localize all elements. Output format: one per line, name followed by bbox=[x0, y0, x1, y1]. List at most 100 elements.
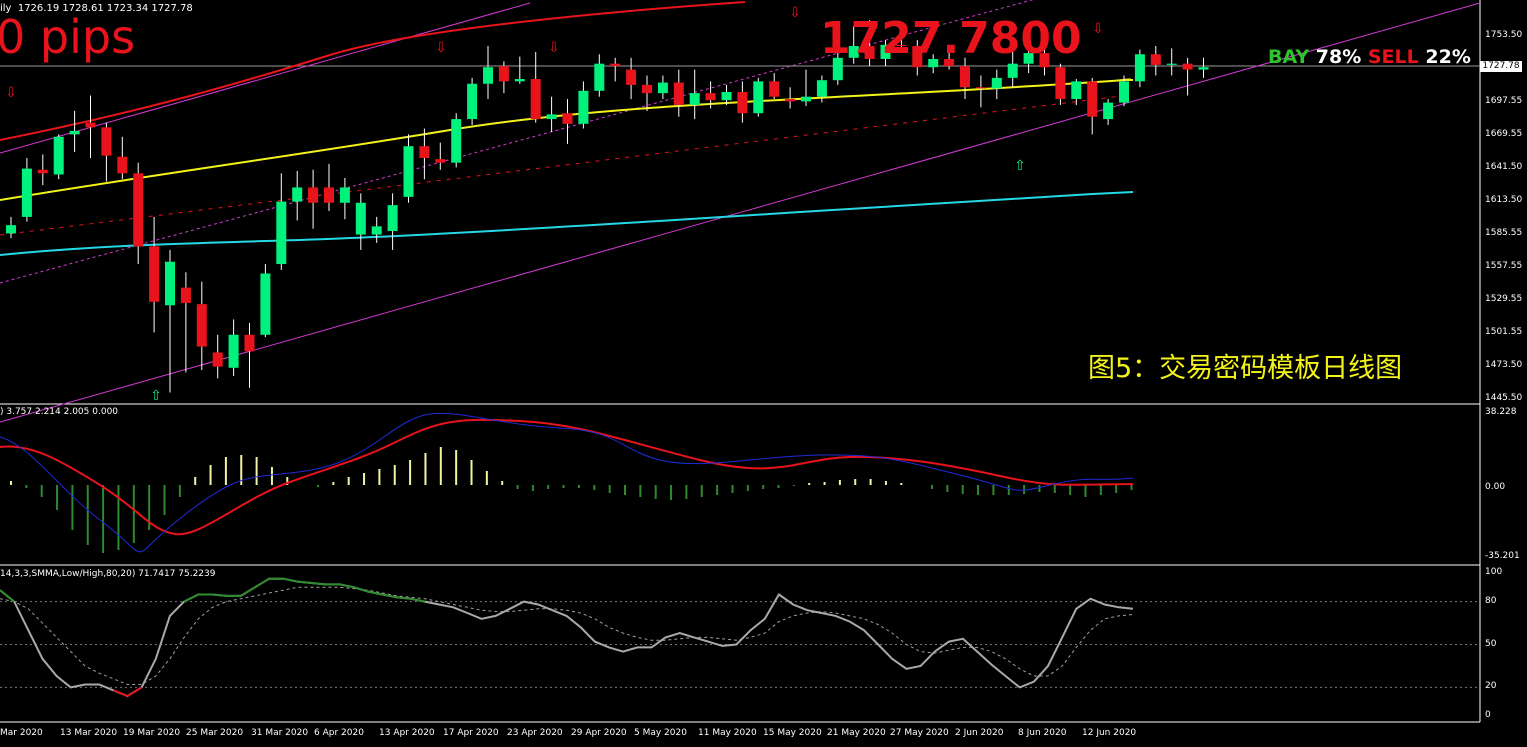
stochastic-tick: 100 bbox=[1485, 567, 1503, 577]
candle-bear bbox=[212, 352, 223, 367]
stochastic-axis: 100 80 50 20 0 bbox=[1483, 565, 1525, 722]
candle-bull bbox=[991, 77, 1002, 89]
stochastic-tick: 20 bbox=[1485, 681, 1497, 692]
price-tick: 1501.55 bbox=[1485, 326, 1523, 337]
date-label: 21 May 2020 bbox=[827, 728, 886, 738]
stochastic-zone-segment bbox=[240, 586, 256, 597]
date-label: 27 May 2020 bbox=[890, 728, 949, 738]
candle-bull bbox=[578, 90, 589, 124]
candle-bull bbox=[403, 146, 414, 197]
stochastic-zone-segment bbox=[212, 593, 227, 597]
macd-axis: 38.228 0.00 -35.201 bbox=[1483, 404, 1525, 565]
candle-bear bbox=[435, 159, 446, 163]
stochastic-zone-segment bbox=[283, 577, 298, 583]
candle-bear bbox=[642, 84, 652, 94]
price-tick: 1753.50 bbox=[1485, 30, 1523, 40]
candle-bull bbox=[355, 202, 366, 235]
candle-bull bbox=[594, 63, 605, 91]
candle-bear bbox=[196, 304, 207, 347]
stochastic-zone-segment bbox=[396, 596, 411, 600]
stochastic-zone-segment bbox=[353, 586, 369, 593]
candle-bear bbox=[37, 169, 48, 174]
macd-tick: 0.00 bbox=[1485, 482, 1506, 492]
candle-bull bbox=[53, 136, 64, 175]
date-label: 2 Jun 2020 bbox=[955, 728, 1004, 738]
ma-yellow-line bbox=[0, 78, 1134, 201]
candle-bull bbox=[753, 81, 764, 114]
price-tick: 1445.50 bbox=[1485, 393, 1523, 403]
stochastic-tick: 80 bbox=[1485, 595, 1497, 606]
macd-tick: -35.201 bbox=[1485, 551, 1520, 561]
date-label: 8 Jun 2020 bbox=[1018, 728, 1067, 738]
candle-bear bbox=[562, 113, 573, 124]
stochastic-zone-segment bbox=[382, 593, 397, 599]
candle-bear bbox=[610, 63, 621, 67]
candle-bull bbox=[1198, 67, 1209, 70]
date-label: 17 Apr 2020 bbox=[443, 728, 499, 738]
candle-bull bbox=[483, 67, 493, 84]
candle-bear bbox=[308, 187, 319, 203]
date-label: 19 Mar 2020 bbox=[123, 728, 181, 738]
price-tick: 1473.50 bbox=[1485, 360, 1523, 370]
candle-bull bbox=[6, 225, 16, 234]
bay-pct: 78% bbox=[1315, 46, 1362, 68]
chart-caption: 图5：交易密码模板日线图 bbox=[1088, 353, 1403, 384]
macd-label: ) 3.757 2.214 2.005 0.000 bbox=[0, 407, 119, 417]
price-tick: 1557.55 bbox=[1485, 260, 1523, 271]
stochastic-zone-segment bbox=[339, 583, 355, 589]
date-label: 11 May 2020 bbox=[698, 728, 757, 738]
price-tick: 1585.55 bbox=[1485, 227, 1523, 238]
candle-bull bbox=[721, 91, 732, 101]
candle-bear bbox=[180, 287, 191, 303]
down-arrow-icon: ⇩ bbox=[1092, 21, 1104, 37]
candlestick-series bbox=[6, 20, 1209, 393]
candle-bear bbox=[737, 91, 748, 114]
date-label: 6 Apr 2020 bbox=[314, 728, 364, 738]
big-price-label: 1727.7800 bbox=[820, 13, 1082, 64]
macd-tick: 38.228 bbox=[1485, 407, 1517, 417]
down-arrow-icon: ⇩ bbox=[789, 5, 801, 21]
candle-bull bbox=[228, 334, 239, 368]
stochastic-main-line bbox=[0, 577, 1134, 698]
candle-bull bbox=[292, 187, 303, 202]
candle-bull bbox=[1166, 63, 1177, 65]
price-tick: 1529.55 bbox=[1485, 293, 1523, 304]
stochastic-tick: 50 bbox=[1485, 638, 1497, 649]
candle-bear bbox=[975, 87, 986, 89]
candle-bear bbox=[626, 69, 637, 85]
macd-signal-line bbox=[0, 418, 1134, 536]
candle-bear bbox=[1182, 63, 1193, 70]
sell-label: SELL bbox=[1367, 46, 1419, 68]
bay-label: BAY bbox=[1268, 46, 1310, 68]
sell-pct: 22% bbox=[1425, 46, 1471, 68]
candle-bull bbox=[387, 205, 398, 232]
price-tick: 1641.50 bbox=[1485, 162, 1523, 172]
date-label: 29 Apr 2020 bbox=[571, 728, 627, 738]
candle-bull bbox=[1134, 54, 1145, 82]
candle-bull bbox=[371, 226, 382, 235]
price-tick: 1697.55 bbox=[1485, 95, 1523, 106]
candle-bull bbox=[69, 130, 80, 135]
candle-bear bbox=[530, 79, 541, 120]
down-arrow-icon: ⇩ bbox=[5, 85, 17, 101]
candle-bear bbox=[149, 246, 160, 302]
stochastic-zone-segment bbox=[254, 577, 270, 589]
candle-bull bbox=[816, 80, 827, 97]
ma-cyan-line bbox=[0, 191, 1134, 256]
candle-bull bbox=[276, 201, 287, 265]
candle-bear bbox=[705, 93, 716, 101]
price-tick: 1613.50 bbox=[1485, 195, 1523, 205]
up-arrow-icon: ⇧ bbox=[1014, 158, 1026, 174]
candle-bear bbox=[244, 334, 255, 352]
candle-bear bbox=[101, 127, 112, 156]
candle-bear bbox=[133, 173, 144, 247]
candle-bull bbox=[339, 187, 350, 203]
date-label: 13 Apr 2020 bbox=[379, 728, 435, 738]
stochastic-zone-segment bbox=[126, 686, 143, 697]
candle-bull bbox=[1007, 63, 1018, 78]
date-label: 31 Mar 2020 bbox=[251, 728, 309, 738]
date-label: 25 Mar 2020 bbox=[186, 728, 244, 738]
date-axis[interactable]: Mar 2020 13 Mar 2020 19 Mar 2020 25 Mar 202… bbox=[0, 726, 1480, 746]
candle-bull bbox=[1119, 81, 1129, 103]
candle-bear bbox=[117, 156, 128, 174]
